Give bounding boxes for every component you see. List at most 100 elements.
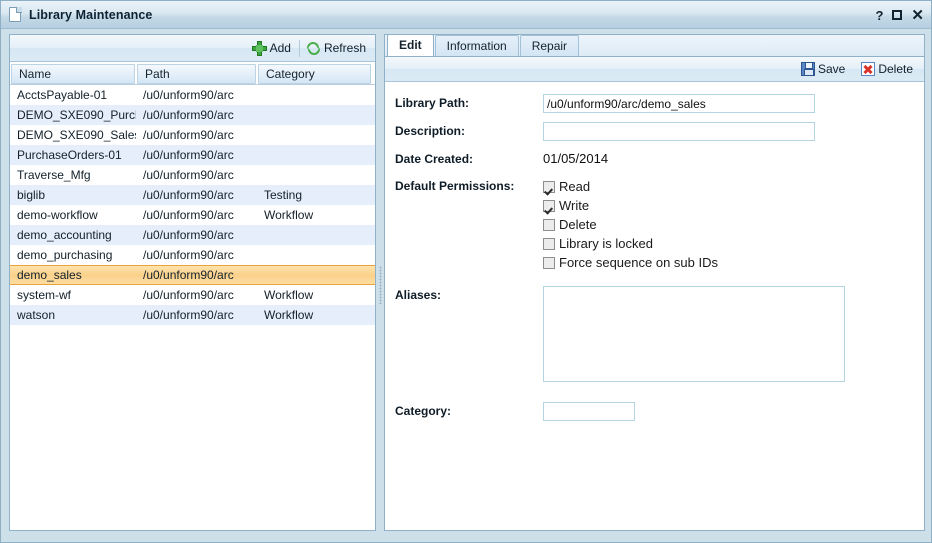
default-permissions-label: Default Permissions: — [385, 177, 543, 195]
window-title: Library Maintenance — [29, 8, 152, 22]
table-row[interactable]: demo_sales/u0/unform90/arc — [10, 265, 375, 285]
cell-name: demo_purchasing — [10, 248, 136, 262]
field-row-date-created: Date Created: 01/05/2014 — [385, 150, 924, 168]
table-row[interactable]: demo_accounting/u0/unform90/arc — [10, 225, 375, 245]
checkbox-box-icon — [543, 257, 555, 269]
cell-path: /u0/unform90/arc — [136, 148, 257, 162]
library-maintenance-window: Library Maintenance ? ✕ Add — [0, 0, 932, 543]
category-label: Category: — [385, 402, 543, 420]
column-header-path[interactable]: Path — [137, 64, 256, 84]
grid-header-row: Name Path Category — [10, 62, 375, 85]
library-edit-form: Library Path: Description: Date Created:… — [385, 82, 924, 421]
library-list-panel: Add Refresh Name Path Category AcctsPaya… — [9, 34, 376, 531]
cell-path: /u0/unform90/arc — [136, 88, 257, 102]
cell-name: system-wf — [10, 288, 136, 302]
cell-path: /u0/unform90/arc — [136, 248, 257, 262]
save-button[interactable]: Save — [798, 61, 850, 77]
field-row-permissions: Default Permissions: Read Write Delete Libr… — [385, 177, 924, 272]
cell-path: /u0/unform90/arc — [136, 108, 257, 122]
edit-tab-page: Save Delete Library Path: — [384, 56, 925, 531]
document-icon — [9, 7, 22, 23]
panel-splitter[interactable] — [377, 34, 384, 531]
checkbox-label: Force sequence on sub IDs — [559, 255, 718, 270]
table-row[interactable]: Traverse_Mfg/u0/unform90/arc — [10, 165, 375, 185]
library-path-label: Library Path: — [385, 94, 543, 112]
cell-path: /u0/unform90/arc — [136, 228, 257, 242]
help-button[interactable]: ? — [875, 9, 883, 22]
detail-tabstrip: Edit Information Repair — [384, 34, 925, 56]
permissions-checkbox-group: Read Write Delete Library is locked Force se… — [543, 177, 718, 272]
window-controls: ? ✕ — [875, 1, 924, 29]
cell-path: /u0/unform90/arc — [136, 168, 257, 182]
cell-name: DEMO_SXE090_Purchasi — [10, 108, 136, 122]
category-input[interactable] — [543, 402, 635, 421]
field-row-aliases: Aliases: — [385, 286, 924, 382]
checkbox-write[interactable]: Write — [543, 196, 718, 215]
table-row[interactable]: watson/u0/unform90/arcWorkflow — [10, 305, 375, 325]
refresh-arrows-icon — [306, 41, 321, 56]
cell-path: /u0/unform90/arc — [136, 188, 257, 202]
cell-name: Traverse_Mfg — [10, 168, 136, 182]
aliases-label: Aliases: — [385, 286, 543, 304]
close-button[interactable]: ✕ — [911, 8, 924, 23]
toolbar-separator — [299, 40, 300, 57]
checkbox-read[interactable]: Read — [543, 177, 718, 196]
checkbox-delete[interactable]: Delete — [543, 215, 718, 234]
refresh-button-label: Refresh — [324, 41, 366, 55]
library-list-grid[interactable]: AcctsPayable-01/u0/unform90/arcDEMO_SXE0… — [10, 85, 375, 530]
checkbox-box-icon — [543, 238, 555, 250]
detail-toolbar: Save Delete — [385, 57, 924, 82]
date-created-label: Date Created: — [385, 150, 543, 168]
checkbox-label: Library is locked — [559, 236, 653, 251]
floppy-disk-icon — [801, 62, 815, 76]
table-row[interactable]: PurchaseOrders-01/u0/unform90/arc — [10, 145, 375, 165]
column-header-category[interactable]: Category — [258, 64, 371, 84]
cell-path: /u0/unform90/arc — [136, 268, 257, 282]
cell-name: biglib — [10, 188, 136, 202]
table-row[interactable]: DEMO_SXE090_Sales/u0/unform90/arc — [10, 125, 375, 145]
library-path-input[interactable] — [543, 94, 815, 113]
red-x-icon — [861, 62, 875, 76]
library-detail-panel: Edit Information Repair Save — [384, 34, 925, 531]
checkbox-label: Read — [559, 179, 590, 194]
window-titlebar: Library Maintenance ? ✕ — [1, 1, 932, 29]
cell-name: demo-workflow — [10, 208, 136, 222]
cell-category: Workflow — [257, 288, 372, 302]
checkbox-box-icon — [543, 200, 555, 212]
date-created-value: 01/05/2014 — [543, 150, 608, 168]
field-row-category: Category: — [385, 402, 924, 421]
checkbox-label: Write — [559, 198, 589, 213]
table-row[interactable]: system-wf/u0/unform90/arcWorkflow — [10, 285, 375, 305]
table-row[interactable]: biglib/u0/unform90/arcTesting — [10, 185, 375, 205]
refresh-button[interactable]: Refresh — [303, 40, 371, 57]
checkbox-force-sequence-on-sub-ids[interactable]: Force sequence on sub IDs — [543, 253, 718, 272]
splitter-grip-icon — [379, 266, 382, 304]
tab-edit[interactable]: Edit — [387, 34, 434, 56]
cell-name: AcctsPayable-01 — [10, 88, 136, 102]
cell-name: DEMO_SXE090_Sales — [10, 128, 136, 142]
green-plus-icon — [252, 41, 267, 56]
add-button[interactable]: Add — [249, 40, 296, 57]
tab-repair[interactable]: Repair — [520, 35, 579, 56]
maximize-button[interactable] — [892, 10, 902, 20]
field-row-description: Description: — [385, 122, 924, 141]
delete-button-label: Delete — [878, 62, 913, 76]
cell-path: /u0/unform90/arc — [136, 128, 257, 142]
delete-button[interactable]: Delete — [858, 61, 918, 77]
tab-information[interactable]: Information — [435, 35, 519, 56]
cell-path: /u0/unform90/arc — [136, 288, 257, 302]
table-row[interactable]: DEMO_SXE090_Purchasi/u0/unform90/arc — [10, 105, 375, 125]
cell-category: Testing — [257, 188, 372, 202]
column-header-name[interactable]: Name — [11, 64, 135, 84]
aliases-textarea[interactable] — [543, 286, 845, 382]
description-input[interactable] — [543, 122, 815, 141]
table-row[interactable]: demo_purchasing/u0/unform90/arc — [10, 245, 375, 265]
cell-name: demo_accounting — [10, 228, 136, 242]
window-client-area: Add Refresh Name Path Category AcctsPaya… — [1, 29, 932, 543]
table-row[interactable]: AcctsPayable-01/u0/unform90/arc — [10, 85, 375, 105]
field-row-library-path: Library Path: — [385, 94, 924, 113]
checkbox-library-is-locked[interactable]: Library is locked — [543, 234, 718, 253]
save-button-label: Save — [818, 62, 845, 76]
cell-name: watson — [10, 308, 136, 322]
table-row[interactable]: demo-workflow/u0/unform90/arcWorkflow — [10, 205, 375, 225]
